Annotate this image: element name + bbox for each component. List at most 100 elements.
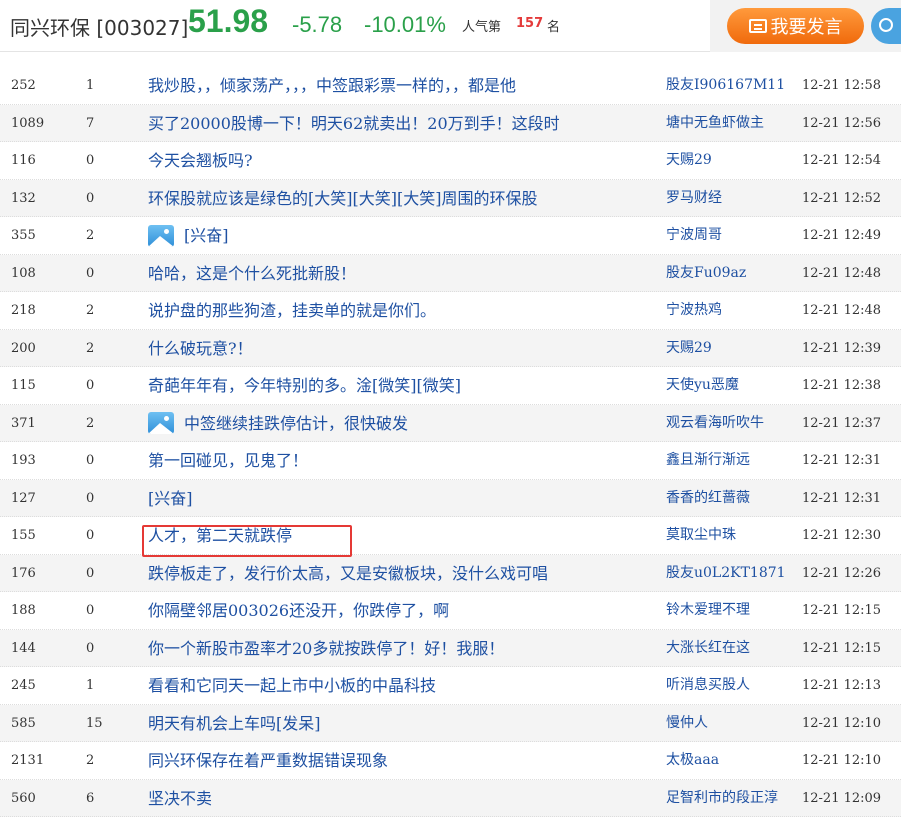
author-link[interactable]: 太极aaa bbox=[666, 742, 719, 779]
post-row: 252 1 我炒股，，倾家荡产，，，中签跟彩票一样的，，都是他 股友I906167M1… bbox=[0, 67, 901, 105]
author-link[interactable]: 鑫且渐行渐远 bbox=[666, 442, 750, 479]
author-link[interactable]: 慢仲人 bbox=[666, 705, 708, 742]
post-title-link[interactable]: 买了20000股博一下！明天62就卖出！20万到手！这段时 bbox=[148, 105, 560, 142]
read-count: 116 bbox=[11, 153, 36, 168]
post-title-text: 今天会翘板吗? bbox=[148, 151, 253, 170]
post-title-link[interactable]: 中签继续挂跌停估计，很快破发 bbox=[148, 405, 408, 442]
post-row: 2131 2 同兴环保存在着严重数据错误现象 太极aaa 12-21 12:10 bbox=[0, 742, 901, 780]
post-title-text: 中签继续挂跌停估计，很快破发 bbox=[184, 413, 409, 433]
author-link[interactable]: 铃木爱理不理 bbox=[666, 592, 750, 629]
post-title-link[interactable]: 环保股就应该是绿色的[大笑][大笑][大笑]周围的环保股 bbox=[148, 180, 537, 217]
reply-count: 0 bbox=[86, 153, 95, 168]
author-link[interactable]: 股友I906167M11 bbox=[666, 67, 785, 104]
reply-count: 0 bbox=[86, 265, 95, 281]
post-title-text: [兴奋] bbox=[148, 488, 193, 508]
post-time: 12-21 12:09 bbox=[802, 790, 882, 806]
post-row: 560 6 坚决不卖 足智利市的段正淳 12-21 12:09 bbox=[0, 779, 901, 817]
author-link[interactable]: 大涨长红在这 bbox=[666, 630, 750, 667]
post-row: 1089 7 买了20000股博一下！明天62就卖出！20万到手！这段时 塘中无鱼虾做… bbox=[0, 104, 901, 142]
post-title-text: 你一个新股市盈率才20多就按跌停了！好！我服！ bbox=[148, 638, 505, 658]
post-title-text: 奇葩年年有，今年特别的多。淦[微笑][微笑] bbox=[148, 376, 461, 395]
read-count: 127 bbox=[11, 490, 36, 506]
post-title-link[interactable]: 坚决不卖 bbox=[148, 780, 212, 817]
read-count: 245 bbox=[11, 678, 36, 693]
post-title-link[interactable]: 我炒股，，倾家荡产，，，中签跟彩票一样的，，都是他 bbox=[148, 67, 516, 104]
post-title-text: 看看和它同天一起上市中小板的中晶科技 bbox=[148, 676, 437, 695]
post-button[interactable]: 我要发言 bbox=[727, 8, 864, 44]
post-title-link[interactable]: 你一个新股市盈率才20多就按跌停了！好！我服！ bbox=[148, 630, 504, 667]
post-title-text: 跌停板走了，发行价太高，又是安徽板块，没什么戏可唱 bbox=[148, 563, 549, 583]
post-time: 12-21 12:49 bbox=[802, 228, 882, 243]
post-title-text: 你隔壁邻居003026还没开，你跌停了，啊 bbox=[148, 601, 450, 620]
read-count: 155 bbox=[11, 528, 36, 543]
author-link[interactable]: 天赐29 bbox=[666, 142, 712, 179]
post-row: 585 15 明天有机会上车吗[发呆] 慢仲人 12-21 12:10 bbox=[0, 704, 901, 742]
post-title-link[interactable]: [兴奋] bbox=[148, 480, 193, 517]
post-title-text: 同兴环保存在着严重数据错误现象 bbox=[148, 751, 389, 770]
post-title-link[interactable]: 看看和它同天一起上市中小板的中晶科技 bbox=[148, 667, 436, 704]
read-count: 132 bbox=[11, 190, 36, 206]
image-icon bbox=[148, 412, 174, 434]
reply-count: 2 bbox=[86, 303, 95, 318]
post-title-text: [兴奋] bbox=[184, 226, 229, 245]
author-link[interactable]: 莫取尘中珠 bbox=[666, 517, 736, 554]
popularity-suffix: 名 bbox=[547, 20, 561, 35]
author-link[interactable]: 宁波周哥 bbox=[666, 217, 722, 254]
post-title-text: 我炒股，，倾家荡产，，，中签跟彩票一样的，，都是他 bbox=[148, 76, 517, 95]
read-count: 218 bbox=[11, 303, 36, 318]
post-row: 193 0 第一回碰见，见鬼了！ 鑫且渐行渐远 12-21 12:31 bbox=[0, 442, 901, 480]
author-link[interactable]: 宁波热鸡 bbox=[666, 292, 722, 329]
stock-price: 51.98 bbox=[188, 3, 269, 39]
post-title-link[interactable]: 第一回碰见，见鬼了！ bbox=[148, 442, 308, 479]
post-row: 371 2 中签继续挂跌停估计，很快破发 观云看海听吹牛 12-21 12:37 bbox=[0, 404, 901, 442]
post-title-link[interactable]: 你隔壁邻居003026还没开，你跌停了，啊 bbox=[148, 592, 449, 629]
post-time: 12-21 12:26 bbox=[802, 565, 882, 581]
author-link[interactable]: 股友Fu09az bbox=[666, 255, 746, 292]
post-title-link[interactable]: 人才，第二天就跌停 bbox=[148, 517, 292, 554]
author-link[interactable]: 观云看海听吹牛 bbox=[666, 405, 764, 442]
post-title-link[interactable]: 跌停板走了，发行价太高，又是安徽板块，没什么戏可唱 bbox=[148, 555, 548, 592]
reply-count: 2 bbox=[86, 753, 95, 768]
author-link[interactable]: 香香的红蔷薇 bbox=[666, 480, 750, 517]
read-count: 115 bbox=[11, 378, 36, 393]
post-time: 12-21 12:56 bbox=[802, 115, 882, 131]
author-link[interactable]: 罗马财经 bbox=[666, 180, 722, 217]
post-title-link[interactable]: 哈哈，这是个什么死批新股！ bbox=[148, 255, 356, 292]
post-title-link[interactable]: 明天有机会上车吗[发呆] bbox=[148, 705, 321, 742]
post-title-link[interactable]: 什么破玩意?！ bbox=[148, 330, 253, 367]
reply-count: 2 bbox=[86, 228, 95, 243]
read-count: 371 bbox=[11, 415, 36, 431]
author-link[interactable]: 天赐29 bbox=[666, 330, 712, 367]
read-count: 188 bbox=[11, 603, 36, 618]
post-title-text: 说护盘的那些狗渣，挂卖单的就是你们。 bbox=[148, 301, 437, 320]
secondary-action-button[interactable] bbox=[871, 8, 901, 44]
post-row: 116 0 今天会翘板吗? 天赐29 12-21 12:54 bbox=[0, 142, 901, 180]
author-link[interactable]: 股友u0L2KT1871 bbox=[666, 555, 786, 592]
reply-count: 0 bbox=[86, 640, 95, 656]
post-row: 127 0 [兴奋] 香香的红蔷薇 12-21 12:31 bbox=[0, 479, 901, 517]
post-title-link[interactable]: 今天会翘板吗? bbox=[148, 142, 253, 179]
author-link[interactable]: 塘中无鱼虾做主 bbox=[666, 105, 764, 142]
author-link[interactable]: 听消息买股人 bbox=[666, 667, 750, 704]
post-title-link[interactable]: [兴奋] bbox=[148, 217, 229, 254]
post-time: 12-21 12:13 bbox=[802, 678, 882, 693]
post-row: 108 0 哈哈，这是个什么死批新股！ 股友Fu09az 12-21 12:48 bbox=[0, 254, 901, 292]
post-title-link[interactable]: 奇葩年年有，今年特别的多。淦[微笑][微笑] bbox=[148, 367, 461, 404]
post-title-link[interactable]: 说护盘的那些狗渣，挂卖单的就是你们。 bbox=[148, 292, 436, 329]
reply-count: 1 bbox=[86, 78, 95, 93]
post-row: 132 0 环保股就应该是绿色的[大笑][大笑][大笑]周围的环保股 罗马财经 12-2… bbox=[0, 179, 901, 217]
reply-count: 2 bbox=[86, 415, 95, 431]
image-icon bbox=[148, 224, 174, 247]
partial-action-icon bbox=[879, 18, 893, 32]
post-time: 12-21 12:58 bbox=[802, 78, 882, 93]
post-title-link[interactable]: 同兴环保存在着严重数据错误现象 bbox=[148, 742, 388, 779]
stock-change: -5.78 bbox=[292, 12, 343, 37]
author-link[interactable]: 足智利市的段正淳 bbox=[666, 780, 778, 817]
reply-count: 0 bbox=[86, 190, 95, 206]
reply-count: 0 bbox=[86, 490, 95, 506]
read-count: 252 bbox=[11, 78, 36, 93]
post-row: 245 1 看看和它同天一起上市中小板的中晶科技 听消息买股人 12-21 12:13 bbox=[0, 667, 901, 705]
author-link[interactable]: 天使yu恶魔 bbox=[666, 367, 739, 404]
read-count: 2131 bbox=[11, 753, 45, 768]
post-time: 12-21 12:48 bbox=[802, 265, 882, 281]
